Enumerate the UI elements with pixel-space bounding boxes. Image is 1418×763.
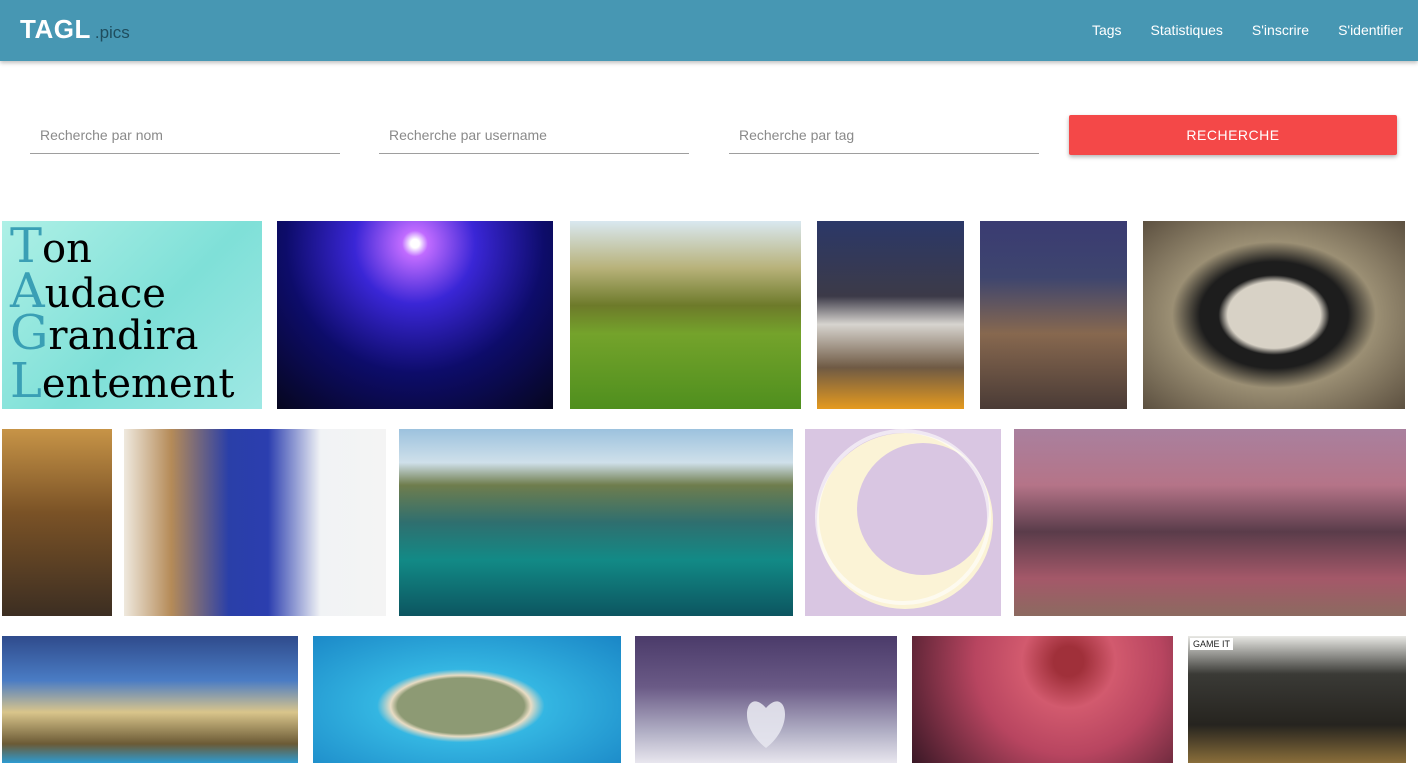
brand-logo[interactable]: TAGL .pics — [20, 14, 130, 45]
search-by-name-input[interactable] — [30, 116, 340, 154]
nav-links: Tags Statistiques S'inscrire S'identifie… — [1063, 22, 1403, 38]
search-button[interactable]: RECHERCHE — [1069, 115, 1397, 155]
acronym-line-4: Lentement — [10, 353, 235, 409]
heart-icon — [746, 701, 786, 748]
brand-name: TAGL — [20, 14, 91, 44]
nav-link-tags[interactable]: Tags — [1092, 22, 1122, 38]
gameit-watermark: GAME IT — [1190, 638, 1234, 650]
photo-gameit-group[interactable]: GAME IT — [1188, 636, 1406, 763]
photo-glass-heart[interactable] — [635, 636, 897, 763]
acronym-line-3: Grandira — [10, 305, 199, 361]
search-by-tag-input[interactable] — [729, 116, 1039, 154]
brand-suffix: .pics — [94, 23, 130, 42]
photo-room-group[interactable] — [2, 429, 112, 616]
nav-link-login[interactable]: S'identifier — [1338, 22, 1403, 38]
photo-team-whiteboard[interactable] — [124, 429, 386, 616]
photo-concert[interactable] — [277, 221, 553, 409]
nav-link-statistiques[interactable]: Statistiques — [1151, 22, 1223, 38]
photo-selfie[interactable] — [980, 221, 1127, 409]
photo-forest[interactable] — [570, 221, 801, 409]
photo-crescent-logo[interactable] — [805, 429, 1001, 616]
photo-surf-shop[interactable] — [1014, 429, 1406, 616]
photo-surf-wave[interactable] — [399, 429, 793, 616]
photo-tagl-acronym[interactable]: Ton Audace Grandira Lentement — [2, 221, 262, 409]
photo-villa[interactable] — [2, 636, 298, 763]
photo-phone-sculpture[interactable] — [1143, 221, 1405, 409]
top-navbar: TAGL .pics Tags Statistiques S'inscrire S… — [0, 0, 1418, 61]
photo-heart-island[interactable] — [313, 636, 621, 763]
photo-palm-trees[interactable] — [912, 636, 1173, 763]
crescent-icon — [815, 429, 993, 609]
search-by-username-input[interactable] — [379, 116, 689, 154]
photo-students-laptops[interactable] — [817, 221, 964, 409]
nav-link-signup[interactable]: S'inscrire — [1252, 22, 1309, 38]
